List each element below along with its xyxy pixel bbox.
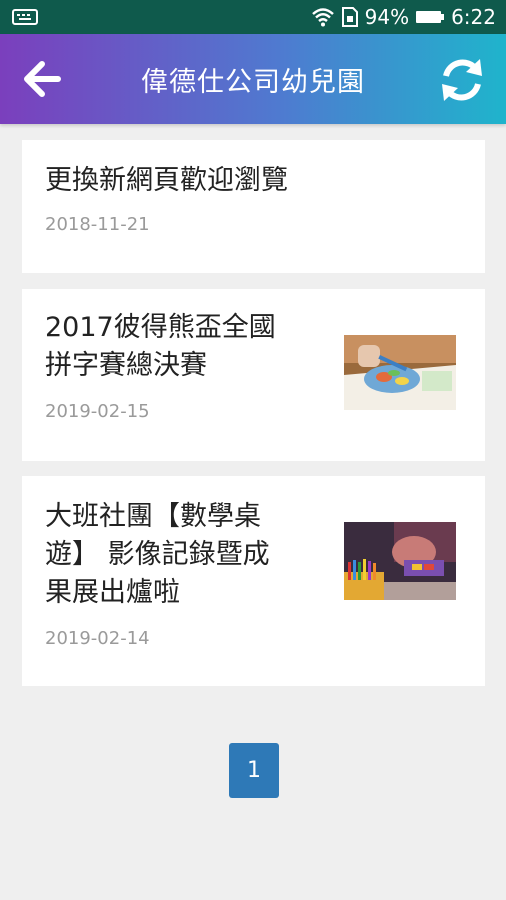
battery-percent: 94% bbox=[364, 5, 410, 29]
refresh-icon[interactable] bbox=[436, 54, 488, 106]
app-header: 偉德仕公司幼兒園 bbox=[0, 34, 506, 124]
battery-icon bbox=[416, 11, 445, 23]
clock: 6:22 bbox=[451, 5, 496, 29]
status-bar: 94% 6:22 bbox=[0, 0, 506, 34]
article-thumbnail bbox=[344, 522, 456, 600]
article-title: 2017彼得熊盃全國 拼字賽總決賽 bbox=[45, 312, 276, 381]
article-card[interactable]: 更換新網頁歡迎瀏覽 2018-11-21 bbox=[22, 140, 485, 273]
page-1-button[interactable]: 1 bbox=[229, 743, 279, 798]
article-title: 更換新網頁歡迎瀏覽 bbox=[45, 165, 288, 196]
article-thumbnail bbox=[344, 335, 456, 410]
article-date: 2019-02-15 bbox=[45, 401, 150, 422]
arrow-left-icon[interactable] bbox=[18, 54, 68, 104]
article-card[interactable]: 大班社團【數學桌 遊】 影像記錄暨成 果展出爐啦 2019-02-14 bbox=[22, 476, 485, 686]
keyboard-icon bbox=[12, 9, 38, 25]
article-date: 2019-02-14 bbox=[45, 628, 150, 649]
wifi-icon bbox=[311, 8, 334, 27]
article-title: 大班社團【數學桌 遊】 影像記錄暨成 果展出爐啦 bbox=[45, 501, 270, 608]
sim-card-icon bbox=[341, 7, 358, 27]
article-date: 2018-11-21 bbox=[45, 214, 150, 235]
page-title: 偉德仕公司幼兒園 bbox=[141, 66, 365, 98]
article-card[interactable]: 2017彼得熊盃全國 拼字賽總決賽 2019-02-15 bbox=[22, 289, 485, 461]
